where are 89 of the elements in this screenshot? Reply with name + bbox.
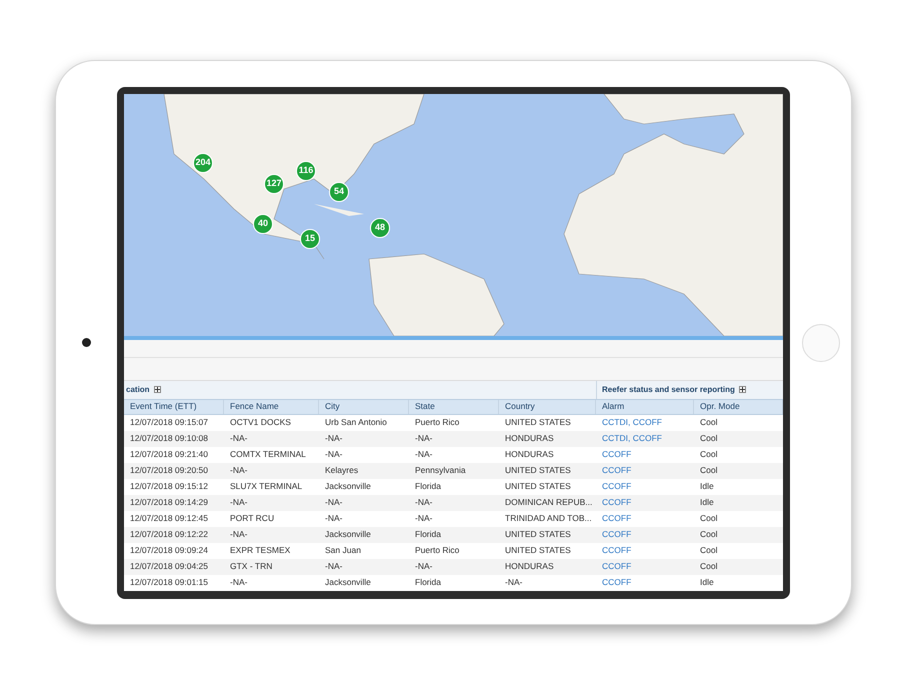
table-cell-text: -NA- [229,528,248,542]
table-cell-text: HONDURAS [504,448,555,462]
table-cell-text: Cool [699,464,718,478]
table-cell-text: -NA- [504,576,524,590]
table-cell-text: Jacksonville [324,576,372,590]
table-cell-text: PORT RCU [229,512,276,526]
table-cell-text: -NA- [414,432,434,446]
alarm-link[interactable]: CCOFF [596,478,694,494]
table-cell-text: -NA- [324,432,344,446]
table-cell-text: -NA- [324,512,344,526]
table-cell-text: -NA- [324,448,344,462]
alarm-link[interactable]: CCOFF [596,574,694,590]
alarm-link[interactable]: CCTDI, CCOFF [596,430,694,446]
table-cell-text: Idle [699,576,715,590]
table-cell-text: -NA- [324,496,344,510]
table-cell-text: HONDURAS [504,560,555,574]
column-header[interactable]: Event Time (ETT) [124,400,224,414]
table-cell-text: 12/07/2018 09:04:25 [129,560,209,574]
table-cell-text: -NA- [414,448,434,462]
table-cell-text: Jacksonville [324,480,372,494]
column-header[interactable]: Alarm [596,400,694,414]
table-cell-text: 12/07/2018 09:10:08 [129,432,209,446]
table-cell-text: Urb San Antonio [324,416,388,430]
table-cell-text: Cool [699,512,718,526]
table-cell-text: UNITED STATES [504,544,572,558]
table-cell-text: TRINIDAD AND TOB... [504,512,593,526]
alarm-link[interactable]: CCOFF [596,526,694,542]
table-cell-text: Cool [699,432,718,446]
table-cell-text: 12/07/2018 09:15:07 [129,416,209,430]
table-cell-text: 12/07/2018 09:15:12 [129,480,209,494]
table-cell-text: -NA- [414,496,434,510]
column-header[interactable]: Fence Name [224,400,319,414]
camera-icon [82,338,91,347]
table-cell-text: -NA- [414,512,434,526]
table-cell-text: OCTV1 DOCKS [229,416,292,430]
table-cell-text: 12/07/2018 09:14:29 [129,496,209,510]
alarm-link[interactable]: CCOFF [596,446,694,462]
table-cell-text: -NA- [414,560,434,574]
table-cell-text: COMTX TERMINAL [229,448,307,462]
table-cell-text: EXPR TESMEX [229,544,292,558]
alarm-link[interactable]: CCTDI, CCOFF [596,414,694,430]
table-cell-text: 12/07/2018 09:12:45 [129,512,209,526]
alarm-link[interactable]: CCOFF [596,542,694,558]
table-cell-text: Jacksonville [324,528,372,542]
table-cell-text: Cool [699,544,718,558]
column-header[interactable]: City [319,400,409,414]
table-cell-text: Puerto Rico [414,544,460,558]
table-cell-text: -NA- [229,496,248,510]
table-cell-text: -NA- [229,576,248,590]
table-cell-text: 12/07/2018 09:21:40 [129,448,209,462]
group-label: cation [126,384,150,396]
table-cell-text: Florida [414,528,442,542]
table-cell-text: HONDURAS [504,432,555,446]
table-cell-text: 12/07/2018 09:12:22 [129,528,209,542]
table-cell-text: Puerto Rico [414,416,460,430]
table-cell-text: 12/07/2018 09:20:50 [129,464,209,478]
table-cell-text: DOMINICAN REPUB... [504,496,594,510]
table-cell-text: Cool [699,416,718,430]
group-label: Reefer status and sensor reporting [602,384,735,396]
table-cell-text: Kelayres [324,464,360,478]
alarm-link[interactable]: CCOFF [596,558,694,574]
alarm-link[interactable]: CCOFF [596,494,694,510]
table-cell-text: Cool [699,528,718,542]
table-cell-text: -NA- [324,560,344,574]
table-cell-text: San Juan [324,544,362,558]
table-cell-text: Florida [414,576,442,590]
table-cell-text: Pennsylvania [414,464,467,478]
table-cell-text: UNITED STATES [504,464,572,478]
table-cell-text: Cool [699,560,718,574]
table-cell-text: 12/07/2018 09:09:24 [129,544,209,558]
expand-icon[interactable] [738,386,746,393]
expand-icon[interactable] [154,386,161,393]
table-cell-text: UNITED STATES [504,480,572,494]
table-cell-text: Florida [414,480,442,494]
table-cell-text: UNITED STATES [504,528,572,542]
table-cell-text: -NA- [229,464,248,478]
table-cell-text: -NA- [229,432,248,446]
alarm-link[interactable]: CCOFF [596,510,694,526]
column-header[interactable]: State [409,400,499,414]
table-cell-text: UNITED STATES [504,416,572,430]
table-cell-text: Cool [699,448,718,462]
table-cell-text: Idle [699,496,715,510]
table-cell-text: Idle [699,480,715,494]
table-cell-text: SLU7X TERMINAL [229,480,304,494]
table-cell-text: GTX - TRN [229,560,274,574]
alarm-link[interactable]: CCOFF [596,462,694,478]
table-cell-text: 12/07/2018 09:01:15 [129,576,209,590]
column-header[interactable]: Country [499,400,596,414]
column-header[interactable]: Opr. Mode [694,400,783,414]
